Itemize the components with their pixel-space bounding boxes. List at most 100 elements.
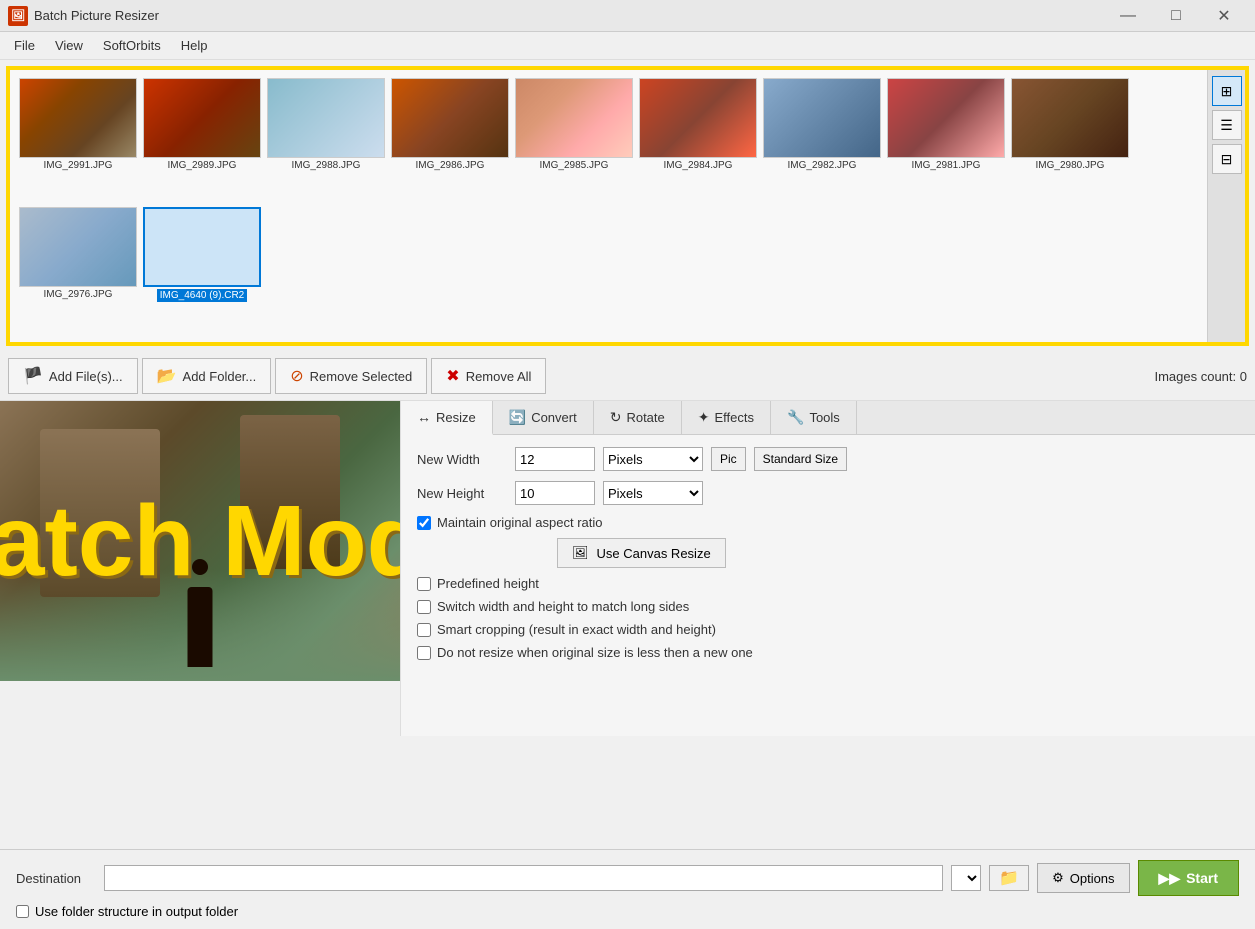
app-icon: 🖼 bbox=[8, 6, 28, 26]
images-count-value: 0 bbox=[1240, 369, 1247, 384]
destination-label: Destination bbox=[16, 871, 96, 886]
list-item[interactable]: IMG_2989.JPG bbox=[142, 78, 262, 203]
predefined-height-checkbox[interactable] bbox=[417, 577, 431, 591]
new-height-input[interactable] bbox=[515, 481, 595, 505]
add-folder-button[interactable]: 📂 Add Folder... bbox=[142, 358, 272, 394]
new-height-label: New Height bbox=[417, 486, 507, 501]
list-item[interactable]: IMG_2976.JPG bbox=[18, 207, 138, 334]
view-grid-button[interactable]: ⊟ bbox=[1212, 144, 1242, 174]
thumbnail-image bbox=[19, 207, 137, 287]
thumbnail-label: IMG_2989.JPG bbox=[168, 160, 237, 171]
new-width-input[interactable] bbox=[515, 447, 595, 471]
view-list-button[interactable]: ☰ bbox=[1212, 110, 1242, 140]
menu-view[interactable]: View bbox=[45, 34, 93, 57]
start-button[interactable]: ▶▶ Start bbox=[1138, 860, 1239, 896]
minimize-button[interactable]: — bbox=[1105, 0, 1151, 32]
canvas-resize-button[interactable]: 🖼 Use Canvas Resize bbox=[557, 538, 726, 568]
list-item[interactable]: IMG_2980.JPG bbox=[1010, 78, 1130, 203]
tab-resize[interactable]: ↔ Resize bbox=[401, 401, 493, 435]
switch-dimensions-checkbox[interactable] bbox=[417, 600, 431, 614]
maximize-button[interactable]: □ bbox=[1153, 0, 1199, 32]
list-item[interactable]: IMG_2988.JPG bbox=[266, 78, 386, 203]
no-resize-smaller-row: Do not resize when original size is less… bbox=[417, 645, 1239, 660]
destination-input[interactable] bbox=[104, 865, 943, 891]
thumbnail-label: IMG_2976.JPG bbox=[44, 289, 113, 300]
rotate-tab-label: Rotate bbox=[626, 410, 664, 425]
options-icon: ⚙ bbox=[1052, 870, 1064, 886]
menu-file[interactable]: File bbox=[4, 34, 45, 57]
remove-selected-button[interactable]: ⊘ Remove Selected bbox=[275, 358, 427, 394]
preview-panel: Batch Mode bbox=[0, 401, 400, 736]
new-width-label: New Width bbox=[417, 452, 507, 467]
unit-select-width[interactable]: Pixels Percent cm mm inches bbox=[603, 447, 703, 471]
unit-select-height[interactable]: Pixels Percent cm mm inches bbox=[603, 481, 703, 505]
list-item[interactable]: IMG_2985.JPG bbox=[514, 78, 634, 203]
thumbnail-image bbox=[887, 78, 1005, 158]
list-item[interactable]: IMG_4640 (9).CR2 bbox=[142, 207, 262, 334]
tab-tools[interactable]: 🔧 Tools bbox=[771, 401, 857, 434]
image-panel: IMG_2991.JPG IMG_2989.JPG IMG_2988.JPG IMG_… bbox=[6, 66, 1249, 346]
options-label: Options bbox=[1070, 871, 1115, 886]
standard-size-button[interactable]: Standard Size bbox=[754, 447, 847, 471]
tab-effects[interactable]: ✦ Effects bbox=[682, 401, 771, 434]
resize-tab-label: Resize bbox=[436, 410, 476, 425]
pick-button[interactable]: Pic bbox=[711, 447, 746, 471]
destination-dropdown[interactable] bbox=[951, 865, 981, 891]
image-grid[interactable]: IMG_2991.JPG IMG_2989.JPG IMG_2988.JPG IMG_… bbox=[10, 70, 1245, 342]
new-height-row: New Height Pixels Percent cm mm inches bbox=[417, 481, 1239, 505]
tab-convert[interactable]: 🔄 Convert bbox=[493, 401, 594, 434]
convert-tab-icon: 🔄 bbox=[509, 409, 526, 426]
thumbnail-image bbox=[267, 78, 385, 158]
thumbnail-label: IMG_2982.JPG bbox=[788, 160, 857, 171]
thumbnail-label: IMG_2984.JPG bbox=[664, 160, 733, 171]
preview-bg bbox=[0, 401, 400, 681]
add-files-label: Add File(s)... bbox=[49, 369, 123, 384]
images-count-label: Images count: bbox=[1154, 369, 1236, 384]
add-files-button[interactable]: 🏴 Add File(s)... bbox=[8, 358, 138, 394]
close-button[interactable]: ✕ bbox=[1201, 0, 1247, 32]
maintain-aspect-checkbox[interactable] bbox=[417, 516, 431, 530]
list-item[interactable]: IMG_2984.JPG bbox=[638, 78, 758, 203]
tools-tab-label: Tools bbox=[809, 410, 839, 425]
list-item[interactable]: IMG_2991.JPG bbox=[18, 78, 138, 203]
app-title: Batch Picture Resizer bbox=[34, 8, 1105, 23]
thumbnail-label: IMG_2980.JPG bbox=[1036, 160, 1105, 171]
tab-rotate[interactable]: ↻ Rotate bbox=[594, 401, 682, 434]
add-files-icon: 🏴 bbox=[23, 366, 43, 386]
images-count: Images count: 0 bbox=[1154, 369, 1247, 384]
remove-all-button[interactable]: ✖ Remove All bbox=[431, 358, 546, 394]
titlebar: 🖼 Batch Picture Resizer — □ ✕ bbox=[0, 0, 1255, 32]
no-resize-smaller-checkbox[interactable] bbox=[417, 646, 431, 660]
thumbnail-label: IMG_4640 (9).CR2 bbox=[157, 289, 247, 302]
smart-crop-checkbox[interactable] bbox=[417, 623, 431, 637]
menu-help[interactable]: Help bbox=[171, 34, 218, 57]
thumbnail-label: IMG_2988.JPG bbox=[292, 160, 361, 171]
bottom-bar: Destination 📁 ⚙ Options ▶▶ Start Use fol… bbox=[0, 849, 1255, 929]
resize-tab-icon: ↔ bbox=[417, 409, 431, 425]
remove-selected-label: Remove Selected bbox=[310, 369, 413, 384]
convert-tab-label: Convert bbox=[531, 410, 577, 425]
browse-folder-button[interactable]: 📁 bbox=[989, 865, 1029, 891]
list-item[interactable]: IMG_2986.JPG bbox=[390, 78, 510, 203]
folder-structure-checkbox[interactable] bbox=[16, 905, 29, 918]
list-item[interactable]: IMG_2982.JPG bbox=[762, 78, 882, 203]
effects-tab-label: Effects bbox=[715, 410, 755, 425]
start-label: Start bbox=[1186, 870, 1218, 886]
menu-softorbits[interactable]: SoftOrbits bbox=[93, 34, 171, 57]
smart-crop-row: Smart cropping (result in exact width an… bbox=[417, 622, 1239, 637]
thumbnail-label: IMG_2985.JPG bbox=[540, 160, 609, 171]
start-icon: ▶▶ bbox=[1159, 870, 1181, 887]
options-button[interactable]: ⚙ Options bbox=[1037, 863, 1129, 893]
thumbnail-image bbox=[143, 78, 261, 158]
thumbnail-label: IMG_2981.JPG bbox=[912, 160, 981, 171]
smart-crop-label: Smart cropping (result in exact width an… bbox=[437, 622, 716, 637]
no-resize-smaller-label: Do not resize when original size is less… bbox=[437, 645, 753, 660]
form-content: New Width Pixels Percent cm mm inches Pi… bbox=[401, 435, 1255, 680]
view-thumbnails-button[interactable]: ⊞ bbox=[1212, 76, 1242, 106]
list-item[interactable]: IMG_2981.JPG bbox=[886, 78, 1006, 203]
titlebar-controls: — □ ✕ bbox=[1105, 0, 1247, 32]
switch-dimensions-row: Switch width and height to match long si… bbox=[417, 599, 1239, 614]
thumbnail-image bbox=[1011, 78, 1129, 158]
main-area: Batch Mode ↔ Resize 🔄 Convert ↻ Rotate ✦… bbox=[0, 401, 1255, 736]
effects-tab-icon: ✦ bbox=[698, 409, 710, 426]
